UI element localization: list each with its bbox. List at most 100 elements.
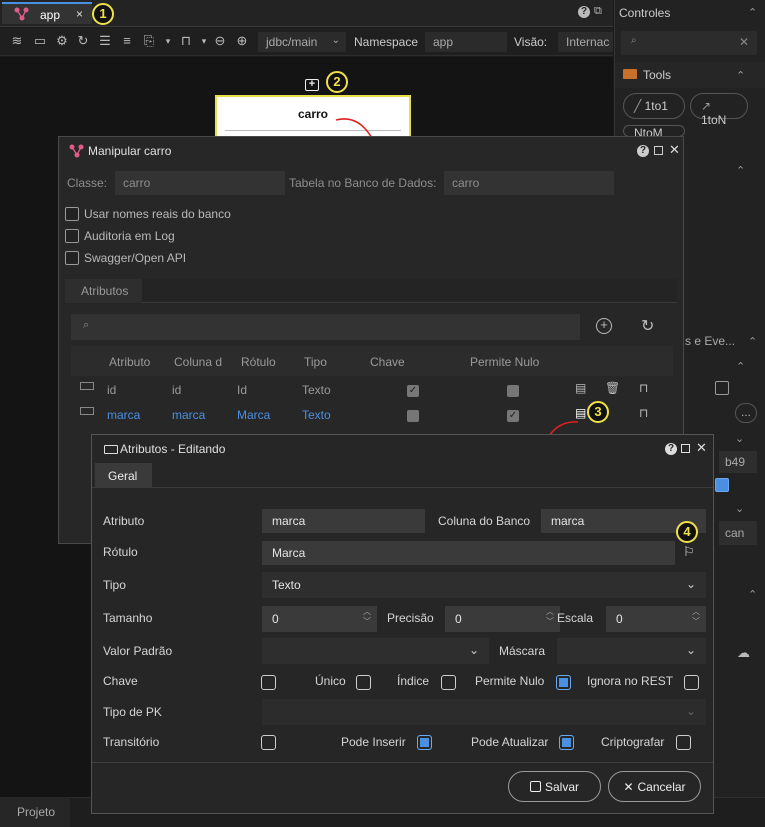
chevron-down-icon[interactable]: ⌄ bbox=[735, 432, 744, 445]
atributo-input[interactable]: marca bbox=[262, 509, 425, 533]
chave-checkbox[interactable] bbox=[261, 675, 276, 690]
tamanho-value: 0 bbox=[272, 612, 279, 626]
ignora-rest-checkbox[interactable] bbox=[684, 675, 699, 690]
cell-coluna: id bbox=[172, 383, 182, 397]
unlock-icon[interactable]: ⊓ bbox=[639, 381, 648, 395]
visao-select[interactable]: Internac bbox=[558, 32, 613, 52]
usar-nomes-checkbox[interactable] bbox=[65, 207, 79, 221]
swagger-checkbox[interactable] bbox=[65, 251, 79, 265]
delete-icon[interactable]: 🗑 bbox=[605, 381, 620, 395]
transitorio-label: Transitório bbox=[103, 735, 160, 749]
zoom-in-icon[interactable]: ⊕ bbox=[234, 33, 250, 49]
stack-icon[interactable]: ☰ bbox=[97, 33, 113, 49]
collapse-icon[interactable]: ⌃ bbox=[748, 588, 757, 601]
dropdown-caret-icon[interactable]: ▾ bbox=[160, 33, 176, 49]
chevron-down-icon[interactable]: ⌄ bbox=[735, 502, 744, 515]
stepper-arrows-icon[interactable]: ︿ ﹀ bbox=[692, 607, 700, 627]
document-tab-strip: app × 1 ? ⧉ bbox=[0, 0, 613, 27]
close-icon[interactable]: ✕ bbox=[669, 142, 680, 158]
export-icon[interactable]: ⎘ bbox=[141, 33, 157, 49]
tool-1toN[interactable]: ↗ 1toN bbox=[690, 93, 748, 127]
unlock-icon[interactable]: ⊓ bbox=[178, 33, 194, 49]
collapse-icon[interactable]: ⌃ bbox=[748, 335, 757, 348]
refresh-icon[interactable]: ↻ bbox=[75, 33, 91, 49]
tipo-select[interactable]: Texto ⌄ bbox=[262, 572, 706, 598]
collapse-icon[interactable]: ⌃ bbox=[736, 69, 745, 82]
tool-1to1[interactable]: ╱ 1to1 bbox=[623, 93, 685, 119]
rotulo-input[interactable]: Marca bbox=[262, 541, 675, 565]
translate-icon[interactable]: ⚐ bbox=[683, 544, 695, 560]
dropdown-caret-icon[interactable]: ▾ bbox=[196, 33, 212, 49]
clear-icon[interactable]: ✕ bbox=[739, 35, 749, 49]
more-button[interactable]: ... bbox=[735, 403, 757, 423]
maximize-icon[interactable] bbox=[654, 146, 663, 155]
add-attribute-icon[interactable]: + bbox=[596, 318, 612, 334]
transitorio-checkbox[interactable] bbox=[261, 735, 276, 750]
controls-search-input[interactable]: ⌕ ✕ bbox=[621, 31, 757, 55]
tab-atributos[interactable]: Atributos bbox=[65, 279, 142, 303]
tipo-pk-select[interactable]: ⌄ bbox=[262, 699, 706, 725]
pode-atualizar-checkbox[interactable] bbox=[559, 735, 574, 750]
close-icon[interactable]: ✕ bbox=[696, 440, 707, 456]
tab-app[interactable]: app × bbox=[2, 2, 92, 24]
window-icon[interactable]: ▭ bbox=[32, 33, 48, 49]
panel-field-can[interactable]: can bbox=[719, 521, 757, 545]
collapse-icon[interactable]: ⌃ bbox=[748, 6, 757, 19]
tabela-input[interactable]: carro bbox=[444, 171, 614, 195]
add-entity-icon[interactable]: + bbox=[305, 79, 319, 91]
cell-tipo: Texto bbox=[302, 408, 331, 422]
panel-field-b49[interactable]: b49 bbox=[719, 451, 757, 473]
collapse-icon[interactable]: ⌃ bbox=[736, 164, 745, 177]
maximize-icon[interactable] bbox=[681, 444, 690, 453]
tab-geral[interactable]: Geral bbox=[95, 463, 152, 488]
pode-inserir-checkbox[interactable] bbox=[417, 735, 432, 750]
reload-icon[interactable]: ↻ bbox=[641, 316, 654, 336]
cell-rotulo: Id bbox=[237, 383, 248, 397]
namespace-input[interactable]: app bbox=[425, 32, 507, 52]
auditoria-checkbox[interactable] bbox=[65, 229, 79, 243]
mascara-select[interactable]: ⌄ bbox=[557, 638, 706, 664]
escala-label: Escala bbox=[557, 611, 594, 625]
stepper-arrows-icon[interactable]: ︿ ﹀ bbox=[363, 607, 371, 627]
tab-app-label: app bbox=[40, 8, 61, 22]
criptografar-checkbox[interactable] bbox=[676, 735, 691, 750]
table-row[interactable]: id id Id Texto ✓ ▤ 🗑 ⊓ bbox=[71, 378, 673, 402]
connection-select[interactable]: jdbc/main ⌄ bbox=[258, 32, 346, 52]
stepper-arrows-icon[interactable]: ︿ ﹀ bbox=[546, 607, 554, 627]
unico-checkbox[interactable] bbox=[356, 675, 371, 690]
layers-icon[interactable]: ≋ bbox=[9, 33, 25, 49]
indice-checkbox[interactable] bbox=[441, 675, 456, 690]
collapse-icon[interactable]: ⌃ bbox=[736, 360, 745, 373]
tipo-label: Tipo bbox=[103, 578, 126, 592]
cloud-download-icon[interactable]: ☁ bbox=[737, 645, 750, 661]
classe-input[interactable]: carro bbox=[115, 171, 285, 195]
help-icon[interactable]: ? bbox=[637, 145, 649, 157]
indice-label: Índice bbox=[397, 674, 430, 688]
escala-stepper[interactable]: 0 ︿ ﹀ bbox=[606, 606, 706, 632]
close-icon[interactable]: × bbox=[76, 7, 83, 21]
list-icon[interactable]: ≡ bbox=[119, 33, 135, 49]
salvar-button[interactable]: Salvar bbox=[508, 771, 601, 802]
zoom-out-icon[interactable]: ⊖ bbox=[212, 33, 228, 49]
permite-nulo-checkbox[interactable] bbox=[556, 675, 571, 690]
precisao-stepper[interactable]: 0 ︿ ﹀ bbox=[445, 606, 560, 632]
editor-toolbar: ≋ ▭ ⚙ ↻ ☰ ≡ ⎘ ▾ ⊓ ▾ ⊖ ⊕ jdbc/main ⌄ Name… bbox=[0, 28, 613, 56]
settings-icon[interactable]: ⚙ bbox=[54, 33, 70, 49]
annotation-badge-1: 1 bbox=[92, 3, 114, 25]
panel-checkbox[interactable] bbox=[715, 381, 729, 395]
tools-section-header[interactable]: Tools ⌃ bbox=[615, 62, 765, 88]
tab-projeto[interactable]: Projeto bbox=[0, 797, 70, 827]
unlock-icon[interactable]: ⊓ bbox=[639, 406, 648, 420]
pode-inserir-label: Pode Inserir bbox=[341, 735, 406, 749]
cancelar-button[interactable]: ✕ Cancelar bbox=[608, 771, 701, 802]
panel-checkbox-checked[interactable] bbox=[715, 478, 729, 492]
tamanho-stepper[interactable]: 0 ︿ ﹀ bbox=[262, 606, 377, 632]
col-permite-nulo: Permite Nulo bbox=[470, 355, 540, 369]
edit-icon[interactable]: ▤ bbox=[575, 381, 586, 395]
atributos-search-input[interactable]: ⌕ bbox=[71, 314, 580, 340]
help-icon[interactable]: ? bbox=[665, 443, 677, 455]
table-header: Atributo Coluna d Rótulo Tipo Chave Perm… bbox=[71, 346, 673, 376]
help-icon[interactable]: ? bbox=[578, 6, 590, 18]
restore-window-icon[interactable]: ⧉ bbox=[594, 5, 602, 18]
valor-padrao-select[interactable]: ⌄ bbox=[262, 638, 489, 664]
